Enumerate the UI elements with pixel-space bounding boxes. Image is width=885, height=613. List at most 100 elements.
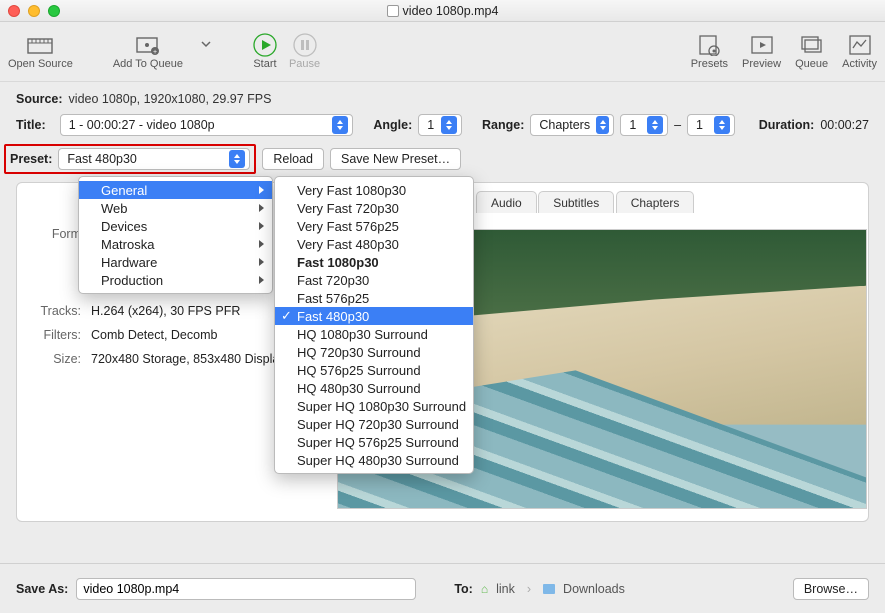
presets-label: Presets bbox=[691, 58, 728, 70]
check-icon: ✓ bbox=[281, 308, 292, 324]
format-label: Form bbox=[31, 227, 81, 241]
preset-menu-item[interactable]: Fast 576p25 bbox=[275, 289, 473, 307]
angle-label: Angle: bbox=[373, 118, 412, 132]
preset-menu-item[interactable]: Super HQ 1080p30 Surround bbox=[275, 397, 473, 415]
start-label: Start bbox=[253, 58, 276, 70]
preset-menu-item-label: Fast 480p30 bbox=[297, 309, 369, 324]
category-menu-item[interactable]: Matroska bbox=[79, 235, 272, 253]
preset-menu-item-label: HQ 480p30 Surround bbox=[297, 381, 421, 396]
save-as-input[interactable] bbox=[76, 578, 416, 600]
preset-menu-item[interactable]: HQ 1080p30 Surround bbox=[275, 325, 473, 343]
presets-button[interactable]: Presets bbox=[691, 34, 728, 70]
filters-label: Filters: bbox=[31, 328, 81, 342]
preset-menu-item[interactable]: HQ 720p30 Surround bbox=[275, 343, 473, 361]
preset-menu-item[interactable]: Fast 720p30 bbox=[275, 271, 473, 289]
range-type-select[interactable]: Chapters bbox=[530, 114, 614, 136]
window-controls bbox=[8, 5, 60, 17]
open-source-label: Open Source bbox=[8, 58, 73, 70]
preset-submenu: Very Fast 1080p30Very Fast 720p30Very Fa… bbox=[274, 176, 474, 474]
preset-menu-item[interactable]: Very Fast 1080p30 bbox=[275, 181, 473, 199]
path-home[interactable]: link bbox=[496, 582, 515, 596]
start-button[interactable]: Start bbox=[251, 34, 279, 70]
preset-menu-item[interactable]: Very Fast 480p30 bbox=[275, 235, 473, 253]
preview-icon bbox=[748, 34, 776, 56]
reload-preset-button[interactable]: Reload bbox=[262, 148, 324, 170]
dropdown-arrows-icon bbox=[441, 116, 457, 134]
preset-menu-item-label: Very Fast 720p30 bbox=[297, 201, 399, 216]
preset-menu-item-label: Super HQ 576p25 Surround bbox=[297, 435, 459, 450]
add-to-queue-label: Add To Queue bbox=[113, 58, 183, 70]
preset-menu-item-label: Fast 576p25 bbox=[297, 291, 369, 306]
queue-label: Queue bbox=[795, 58, 828, 70]
preset-select-value: Fast 480p30 bbox=[67, 152, 223, 166]
dropdown-arrows-icon bbox=[332, 116, 348, 134]
title-select[interactable]: 1 - 00:00:27 - video 1080p bbox=[60, 114, 354, 136]
preset-menu-item[interactable]: Super HQ 720p30 Surround bbox=[275, 415, 473, 433]
category-menu-item[interactable]: Devices bbox=[79, 217, 272, 235]
zoom-window-button[interactable] bbox=[48, 5, 60, 17]
tracks-value: H.264 (x264), 30 FPS PFR bbox=[91, 304, 240, 318]
preset-menu-item[interactable]: Very Fast 720p30 bbox=[275, 199, 473, 217]
browse-button[interactable]: Browse… bbox=[793, 578, 869, 600]
source-label: Source: bbox=[16, 92, 63, 106]
dropdown-arrows-icon bbox=[647, 116, 663, 134]
queue-button[interactable]: Queue bbox=[795, 34, 828, 70]
angle-select[interactable]: 1 bbox=[418, 114, 462, 136]
preset-menu-item[interactable]: Fast 1080p30 bbox=[275, 253, 473, 271]
activity-button[interactable]: Activity bbox=[842, 34, 877, 70]
preset-select[interactable]: Fast 480p30 bbox=[58, 148, 250, 170]
tracks-label: Tracks: bbox=[31, 304, 81, 318]
titlebar: video 1080p.mp4 bbox=[0, 0, 885, 22]
preset-menu-item-label: HQ 576p25 Surround bbox=[297, 363, 421, 378]
presets-icon bbox=[695, 34, 723, 56]
preset-menu-item[interactable]: ✓ Fast 480p30 bbox=[275, 307, 473, 325]
pause-button[interactable]: Pause bbox=[289, 34, 320, 70]
breadcrumb-separator-icon: › bbox=[527, 582, 531, 596]
category-menu-item[interactable]: Web bbox=[79, 199, 272, 217]
pause-icon bbox=[291, 34, 319, 56]
preview-button[interactable]: Preview bbox=[742, 34, 781, 70]
preset-menu-item[interactable]: Very Fast 576p25 bbox=[275, 217, 473, 235]
title-select-value: 1 - 00:00:27 - video 1080p bbox=[69, 118, 327, 132]
activity-icon bbox=[846, 34, 874, 56]
preset-menu-item-label: HQ 720p30 Surround bbox=[297, 345, 421, 360]
add-to-queue-button[interactable]: + Add To Queue bbox=[113, 34, 183, 70]
svg-text:+: + bbox=[153, 49, 157, 56]
category-menu-item[interactable]: Hardware bbox=[79, 253, 272, 271]
to-label: To: bbox=[454, 582, 473, 596]
category-menu-item[interactable]: Production bbox=[79, 271, 272, 289]
preset-menu-item-label: Very Fast 1080p30 bbox=[297, 183, 406, 198]
preset-menu-item-label: Fast 720p30 bbox=[297, 273, 369, 288]
range-to-select[interactable]: 1 bbox=[687, 114, 735, 136]
preset-menu-item[interactable]: HQ 576p25 Surround bbox=[275, 361, 473, 379]
category-menu-item[interactable]: General bbox=[79, 181, 272, 199]
range-from-value: 1 bbox=[629, 118, 641, 132]
preset-menu-item-label: Very Fast 480p30 bbox=[297, 237, 399, 252]
range-type-value: Chapters bbox=[539, 118, 590, 132]
duration-value: 00:00:27 bbox=[820, 118, 869, 132]
preset-menu-item[interactable]: Super HQ 576p25 Surround bbox=[275, 433, 473, 451]
range-from-select[interactable]: 1 bbox=[620, 114, 668, 136]
preset-menu-item[interactable]: Super HQ 480p30 Surround bbox=[275, 451, 473, 469]
angle-value: 1 bbox=[427, 118, 435, 132]
filters-value: Comb Detect, Decomb bbox=[91, 328, 217, 342]
path-folder[interactable]: Downloads bbox=[563, 582, 625, 596]
minimize-window-button[interactable] bbox=[28, 5, 40, 17]
close-window-button[interactable] bbox=[8, 5, 20, 17]
add-to-queue-dropdown-icon[interactable] bbox=[201, 40, 211, 48]
start-icon bbox=[251, 34, 279, 56]
tab-audio[interactable]: Audio bbox=[476, 191, 537, 213]
preset-menu-item-label: Super HQ 720p30 Surround bbox=[297, 417, 459, 432]
window-title: video 1080p.mp4 bbox=[403, 4, 499, 18]
save-new-preset-button[interactable]: Save New Preset… bbox=[330, 148, 461, 170]
open-source-button[interactable]: Open Source bbox=[8, 34, 73, 70]
source-value: video 1080p, 1920x1080, 29.97 FPS bbox=[69, 92, 272, 106]
activity-label: Activity bbox=[842, 58, 877, 70]
preset-menu-item[interactable]: HQ 480p30 Surround bbox=[275, 379, 473, 397]
size-label: Size: bbox=[31, 352, 81, 366]
tab-chapters[interactable]: Chapters bbox=[616, 191, 695, 213]
dropdown-arrows-icon bbox=[714, 116, 730, 134]
preset-menu-item-label: HQ 1080p30 Surround bbox=[297, 327, 428, 342]
bottom-bar: Save As: To: ⌂ link › Downloads Browse… bbox=[0, 563, 885, 613]
tab-subtitles[interactable]: Subtitles bbox=[538, 191, 614, 213]
